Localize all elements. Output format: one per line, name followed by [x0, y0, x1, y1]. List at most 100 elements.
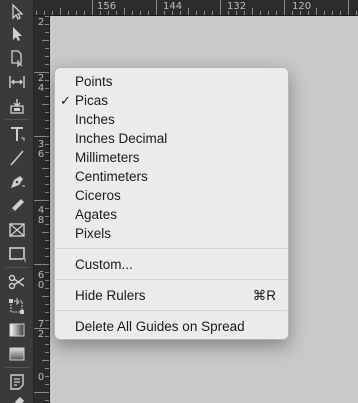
pencil-tool[interactable] [0, 194, 34, 218]
ruler-tick [34, 136, 49, 137]
ruler-tick [108, 11, 109, 15]
type-tool[interactable] [0, 122, 34, 146]
direct-selection-tool[interactable] [0, 22, 34, 46]
ruler-tick [45, 48, 49, 49]
ruler-tick [196, 11, 197, 15]
ruler-tick [45, 192, 49, 193]
ruler-tick [124, 8, 125, 15]
menu-item-pixels[interactable]: Pixels [55, 224, 288, 243]
ruler-tick [188, 8, 189, 15]
ruler-tick [140, 11, 141, 15]
vertical-ruler[interactable]: 2 24 36 48 60 72 0 [34, 16, 50, 403]
menu-item-label: Centimeters [75, 169, 148, 184]
keyboard-shortcut: ⌘R [252, 288, 276, 303]
ruler-tick [45, 24, 49, 25]
horizontal-ruler[interactable]: 156 144 132 120 [34, 0, 358, 16]
ruler-label: 0 [37, 372, 45, 383]
eyedropper-icon [14, 396, 25, 403]
ruler-tick [276, 11, 277, 15]
menu-item-agates[interactable]: Agates [55, 205, 288, 224]
rectangle-tool[interactable] [0, 242, 34, 266]
ruler-tick [45, 120, 49, 121]
menu-item-label: Inches Decimal [75, 131, 168, 146]
pen-tool[interactable] [0, 170, 34, 194]
gap-icon [9, 76, 25, 88]
selection-tool[interactable] [0, 0, 34, 24]
ruler-tick [172, 11, 173, 15]
menu-item-delete-all-guides[interactable]: Delete All Guides on Spread [55, 317, 288, 336]
ruler-tick [164, 11, 165, 15]
ruler-tick [45, 64, 49, 65]
ruler-tick [45, 160, 49, 161]
content-collector-tool[interactable] [0, 94, 34, 118]
menu-item-inches[interactable]: Inches [55, 110, 288, 129]
ruler-tick [212, 11, 213, 15]
ruler-tick [228, 11, 229, 15]
menu-item-custom[interactable]: Custom... [55, 255, 288, 274]
ruler-tick [45, 352, 49, 353]
rectangle-frame-tool[interactable] [0, 218, 34, 242]
ruler-tick [284, 0, 285, 15]
scissors-tool[interactable] [0, 270, 34, 294]
menu-item-hide-rulers[interactable]: Hide Rulers ⌘R [55, 286, 288, 305]
ruler-tick [36, 11, 37, 15]
ruler-tick [34, 264, 49, 265]
ruler-tick [148, 11, 149, 15]
ruler-tick [52, 11, 53, 15]
checkmark-icon: ✓ [60, 93, 71, 108]
menu-item-ciceros[interactable]: Ciceros [55, 186, 288, 205]
ruler-tick [44, 11, 45, 15]
menu-item-points[interactable]: Points [55, 72, 288, 91]
ruler-tick [156, 0, 157, 15]
gradient-swatch-tool[interactable] [0, 318, 34, 342]
menu-item-label: Picas [75, 93, 109, 108]
ruler-tick [60, 8, 61, 15]
gradient-feather-tool[interactable] [0, 342, 34, 366]
page-tool[interactable] [0, 46, 34, 70]
ruler-tick [84, 11, 85, 15]
ruler-tick [45, 272, 49, 273]
ruler-tick [45, 248, 49, 249]
ruler-tick [45, 56, 49, 57]
line-tool[interactable] [0, 146, 34, 170]
ruler-tick [45, 224, 49, 225]
ruler-tick [45, 80, 49, 81]
menu-item-label: Custom... [75, 257, 133, 272]
tools-panel [0, 0, 34, 403]
ruler-tick [45, 184, 49, 185]
ruler-tick [68, 11, 69, 15]
note-tool[interactable] [0, 370, 34, 394]
ruler-tick [76, 11, 77, 15]
ruler-tick [45, 96, 49, 97]
free-transform-tool[interactable] [0, 294, 34, 318]
page-icon [11, 50, 23, 68]
gap-tool[interactable] [0, 70, 34, 94]
menu-item-inches-decimal[interactable]: Inches Decimal [55, 129, 288, 148]
rectangle-icon [9, 247, 26, 262]
menu-item-millimeters[interactable]: Millimeters [55, 148, 288, 167]
line-icon [10, 150, 24, 166]
ruler-tick [45, 320, 49, 321]
ruler-tick [356, 11, 357, 15]
ruler-tick [45, 312, 49, 313]
tools-divider [5, 367, 29, 368]
menu-separator [56, 248, 287, 249]
ruler-tick [42, 296, 49, 297]
menu-separator [56, 279, 287, 280]
gradient-feather-icon [9, 347, 25, 361]
ruler-tick [116, 11, 117, 15]
ruler-tick [45, 32, 49, 33]
ruler-tick [42, 40, 49, 41]
menu-item-centimeters[interactable]: Centimeters [55, 167, 288, 186]
ruler-tick [45, 376, 49, 377]
ruler-tick [45, 400, 49, 401]
ruler-tick [244, 11, 245, 15]
ruler-tick [300, 11, 301, 15]
selection-arrow-icon [12, 3, 24, 20]
menu-item-label: Agates [75, 207, 118, 222]
ruler-tick [45, 280, 49, 281]
ruler-tick [45, 88, 49, 89]
menu-item-picas[interactable]: ✓ Picas [55, 91, 288, 110]
eyedropper-tool[interactable] [0, 392, 34, 403]
type-icon [11, 127, 25, 141]
